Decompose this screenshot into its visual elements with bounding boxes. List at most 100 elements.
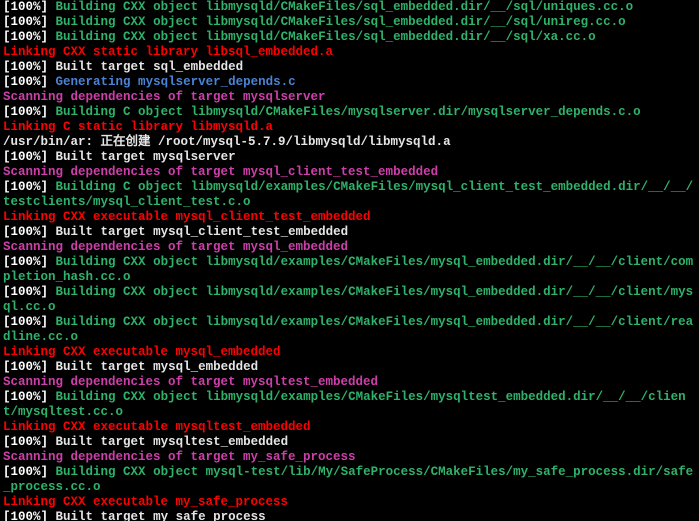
- bracket: [: [3, 315, 11, 329]
- message-text: Generating mysqlserver_depends.c: [48, 75, 296, 89]
- progress-percent: 100%: [11, 105, 41, 119]
- bracket: ]: [41, 285, 49, 299]
- output-line: [100%] Built target mysqlserver: [3, 150, 696, 165]
- output-line: [100%] Building CXX object libmysqld/exa…: [3, 285, 696, 315]
- progress-percent: 100%: [11, 510, 41, 521]
- terminal-output: [100%] Building CXX object libmysqld/CMa…: [0, 0, 699, 521]
- message-text: Built target sql_embedded: [48, 60, 243, 74]
- progress-percent: 100%: [11, 15, 41, 29]
- bracket: ]: [41, 510, 49, 521]
- output-line: [100%] Building CXX object libmysqld/CMa…: [3, 15, 696, 30]
- output-line: [100%] Building CXX object libmysqld/CMa…: [3, 0, 696, 15]
- message-text: Linking CXX executable mysql_embedded: [3, 345, 281, 359]
- output-line: [100%] Generating mysqlserver_depends.c: [3, 75, 696, 90]
- bracket: ]: [41, 360, 49, 374]
- progress-percent: 100%: [11, 150, 41, 164]
- bracket: [: [3, 435, 11, 449]
- bracket: [: [3, 30, 11, 44]
- message-text: Building CXX object libmysqld/CMakeFiles…: [48, 30, 596, 44]
- bracket: ]: [41, 30, 49, 44]
- progress-percent: 100%: [11, 225, 41, 239]
- progress-percent: 100%: [11, 30, 41, 44]
- output-line: [100%] Built target mysql_embedded: [3, 360, 696, 375]
- bracket: ]: [41, 15, 49, 29]
- output-line: [100%] Built target mysql_client_test_em…: [3, 225, 696, 240]
- progress-percent: 100%: [11, 0, 41, 14]
- message-text: Scanning dependencies of target mysqlser…: [3, 90, 326, 104]
- message-text: Built target mysql_client_test_embedded: [48, 225, 348, 239]
- message-text: Scanning dependencies of target my_safe_…: [3, 450, 356, 464]
- output-line: Linking CXX executable mysqltest_embedde…: [3, 420, 696, 435]
- output-line: [100%] Building CXX object libmysqld/exa…: [3, 255, 696, 285]
- message-text: Scanning dependencies of target mysql_em…: [3, 240, 348, 254]
- message-text: Building CXX object libmysqld/examples/C…: [3, 255, 693, 284]
- bracket: ]: [41, 255, 49, 269]
- message-text: Building CXX object libmysqld/CMakeFiles…: [48, 0, 633, 14]
- message-text: Built target mysql_embedded: [48, 360, 258, 374]
- message-text: Building CXX object libmysqld/CMakeFiles…: [48, 15, 626, 29]
- progress-percent: 100%: [11, 465, 41, 479]
- output-line: [100%] Building CXX object libmysqld/CMa…: [3, 30, 696, 45]
- bracket: [: [3, 105, 11, 119]
- progress-percent: 100%: [11, 435, 41, 449]
- bracket: ]: [41, 435, 49, 449]
- bracket: ]: [41, 315, 49, 329]
- bracket: [: [3, 465, 11, 479]
- progress-percent: 100%: [11, 255, 41, 269]
- progress-percent: 100%: [11, 75, 41, 89]
- bracket: [: [3, 150, 11, 164]
- progress-percent: 100%: [11, 390, 41, 404]
- progress-percent: 100%: [11, 60, 41, 74]
- bracket: ]: [41, 150, 49, 164]
- bracket: [: [3, 0, 11, 14]
- bracket: [: [3, 390, 11, 404]
- output-line: Linking C static library libmysqld.a: [3, 120, 696, 135]
- message-text: Linking CXX executable mysqltest_embedde…: [3, 420, 311, 434]
- bracket: ]: [41, 105, 49, 119]
- message-text: Linking CXX executable mysql_client_test…: [3, 210, 371, 224]
- message-text: Scanning dependencies of target mysql_cl…: [3, 165, 438, 179]
- output-line: Scanning dependencies of target mysql_cl…: [3, 165, 696, 180]
- message-text: Building CXX object libmysqld/examples/C…: [3, 390, 686, 419]
- output-line: Linking CXX static library libsql_embedd…: [3, 45, 696, 60]
- output-line: Scanning dependencies of target mysqltes…: [3, 375, 696, 390]
- bracket: [: [3, 75, 11, 89]
- message-text: Built target mysqltest_embedded: [48, 435, 288, 449]
- bracket: ]: [41, 225, 49, 239]
- message-text: Linking CXX executable my_safe_process: [3, 495, 288, 509]
- message-text: Building CXX object libmysqld/examples/C…: [3, 285, 693, 314]
- output-line: Scanning dependencies of target my_safe_…: [3, 450, 696, 465]
- output-line: [100%] Building CXX object libmysqld/exa…: [3, 315, 696, 345]
- progress-percent: 100%: [11, 285, 41, 299]
- bracket: [: [3, 60, 11, 74]
- output-line: [100%] Building CXX object libmysqld/exa…: [3, 390, 696, 420]
- bracket: ]: [41, 0, 49, 14]
- output-line: Scanning dependencies of target mysqlser…: [3, 90, 696, 105]
- bracket: ]: [41, 180, 49, 194]
- bracket: [: [3, 15, 11, 29]
- output-line: [100%] Built target sql_embedded: [3, 60, 696, 75]
- bracket: [: [3, 255, 11, 269]
- message-text: Linking CXX static library libsql_embedd…: [3, 45, 333, 59]
- output-line: [100%] Building C object libmysqld/examp…: [3, 180, 696, 210]
- output-line: [100%] Building CXX object mysql-test/li…: [3, 465, 696, 495]
- bracket: ]: [41, 60, 49, 74]
- message-text: /usr/bin/ar: 正在创建 /root/mysql-5.7.9/libm…: [3, 135, 451, 149]
- bracket: ]: [41, 75, 49, 89]
- bracket: [: [3, 180, 11, 194]
- bracket: ]: [41, 390, 49, 404]
- message-text: Built target my_safe_process: [48, 510, 266, 521]
- bracket: ]: [41, 465, 49, 479]
- output-line: Scanning dependencies of target mysql_em…: [3, 240, 696, 255]
- message-text: Linking C static library libmysqld.a: [3, 120, 273, 134]
- output-line: /usr/bin/ar: 正在创建 /root/mysql-5.7.9/libm…: [3, 135, 696, 150]
- bracket: [: [3, 510, 11, 521]
- output-line: Linking CXX executable my_safe_process: [3, 495, 696, 510]
- output-line: Linking CXX executable mysql_embedded: [3, 345, 696, 360]
- bracket: [: [3, 360, 11, 374]
- message-text: Built target mysqlserver: [48, 150, 236, 164]
- message-text: Building CXX object libmysqld/examples/C…: [3, 315, 693, 344]
- progress-percent: 100%: [11, 315, 41, 329]
- output-line: [100%] Built target my_safe_process: [3, 510, 696, 521]
- message-text: Building C object libmysqld/examples/CMa…: [3, 180, 693, 209]
